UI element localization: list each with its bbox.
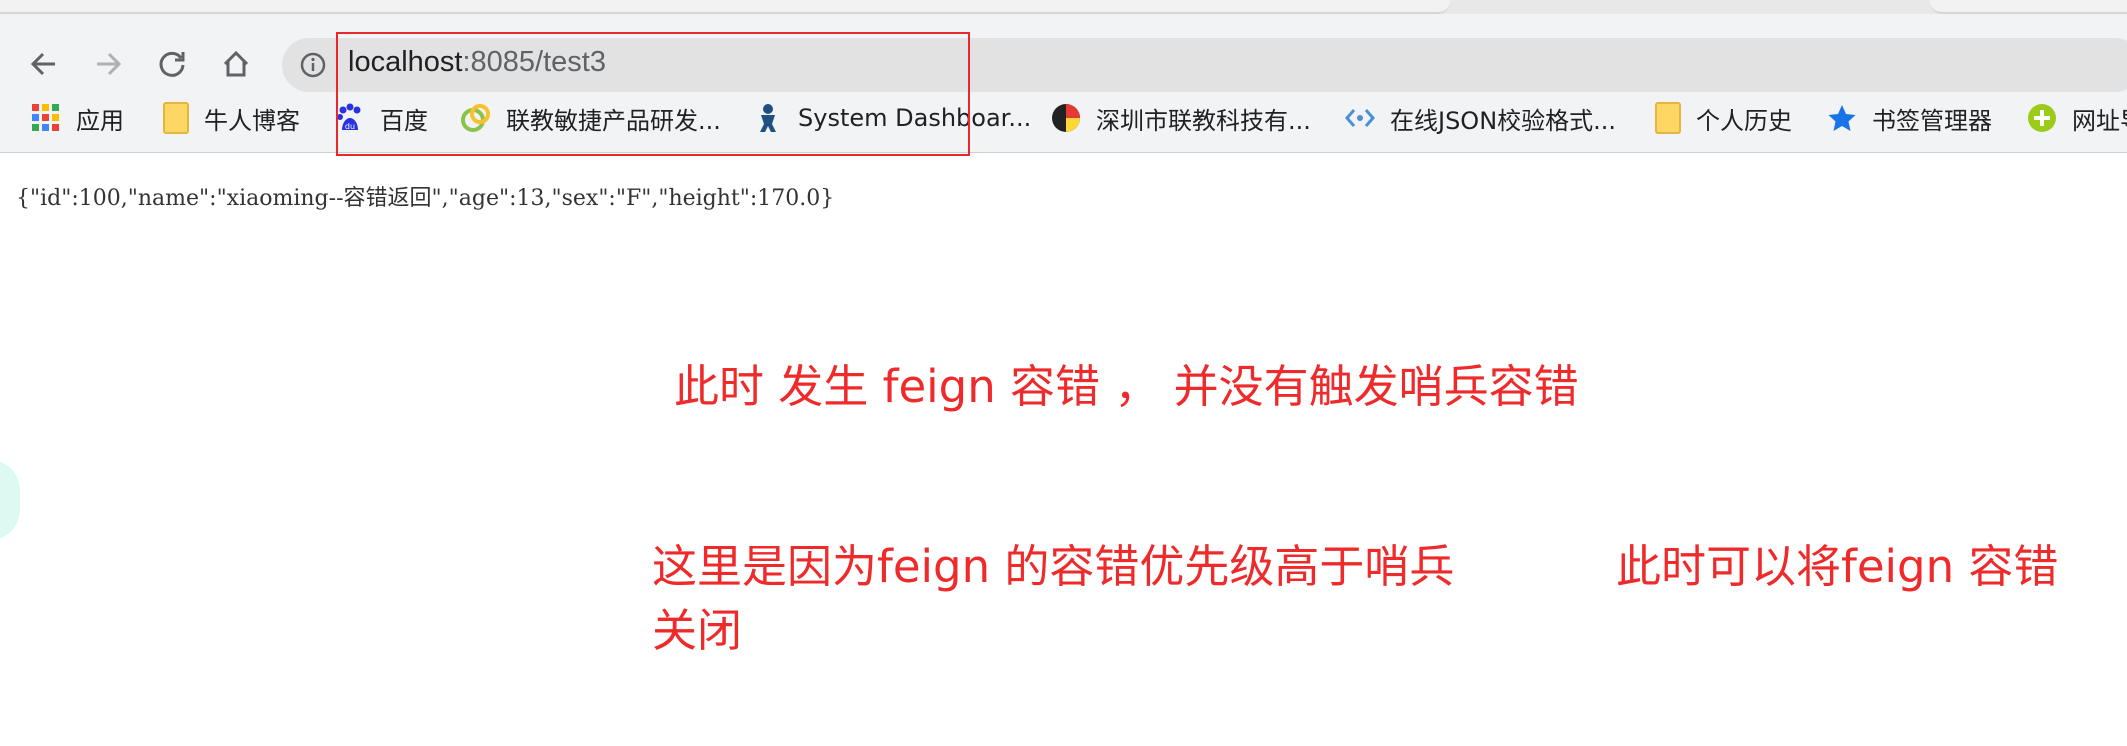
annotation-disable-feign: 此时可以将feign 容错 [1616, 540, 2059, 593]
bookmark-personal-history[interactable]: 个人历史 [1650, 100, 1792, 136]
bookmark-url-nav[interactable]: 网址导 [2026, 100, 2127, 136]
home-button[interactable] [216, 44, 256, 84]
bookmark-label: 个人历史 [1696, 106, 1792, 135]
annotation-feign-fallback: 此时 发生 feign 容错 ， 并没有触发哨兵容错 [674, 360, 1579, 413]
bookmark-manager[interactable]: 书签管理器 [1826, 100, 1992, 136]
folder-icon [1650, 102, 1682, 134]
bookmark-json-validator[interactable]: 在线JSON校验格式... [1344, 100, 1616, 136]
plus-circle-icon [2026, 102, 2058, 134]
json-response: {"id":100,"name":"xiaoming--容错返回","age":… [16, 186, 835, 211]
bookmark-apps[interactable]: 应用 [30, 100, 124, 136]
tab-strip [0, 0, 2127, 14]
forward-arrow-icon [97, 52, 122, 76]
profile-area[interactable] [1930, 0, 2127, 14]
site-logo-icon [1050, 102, 1082, 134]
reload-button[interactable] [152, 44, 192, 84]
bookmark-label: 在线JSON校验格式... [1390, 106, 1617, 135]
active-tab[interactable] [0, 0, 1450, 14]
bookmark-label: 深圳市联教科技有... [1096, 106, 1311, 135]
reload-icon [159, 51, 185, 77]
site-info-icon[interactable] [300, 52, 326, 78]
back-button[interactable] [24, 44, 64, 84]
bookmark-label: 书签管理器 [1872, 106, 1992, 135]
back-arrow-icon [30, 52, 55, 76]
json-icon [1344, 102, 1376, 134]
star-icon [1826, 102, 1858, 134]
forward-button[interactable] [88, 44, 128, 84]
bookmark-label: 应用 [76, 106, 124, 135]
home-icon [223, 50, 249, 77]
bookmark-niuren-blog[interactable]: 牛人博客 [158, 100, 300, 136]
bookmark-label: 网址导 [2072, 106, 2127, 135]
apps-grid-icon [30, 102, 62, 134]
url-highlight-box [336, 32, 970, 156]
bookmark-shenzhen-lianjiao[interactable]: 深圳市联教科技有... [1050, 100, 1311, 136]
annotation-close: 关闭 [652, 604, 743, 657]
bookmark-label: 牛人博客 [204, 106, 300, 135]
annotation-priority-reason: 这里是因为feign 的容错优先级高于哨兵 [652, 540, 1455, 593]
folder-icon [158, 102, 190, 134]
side-widget[interactable] [0, 460, 20, 540]
